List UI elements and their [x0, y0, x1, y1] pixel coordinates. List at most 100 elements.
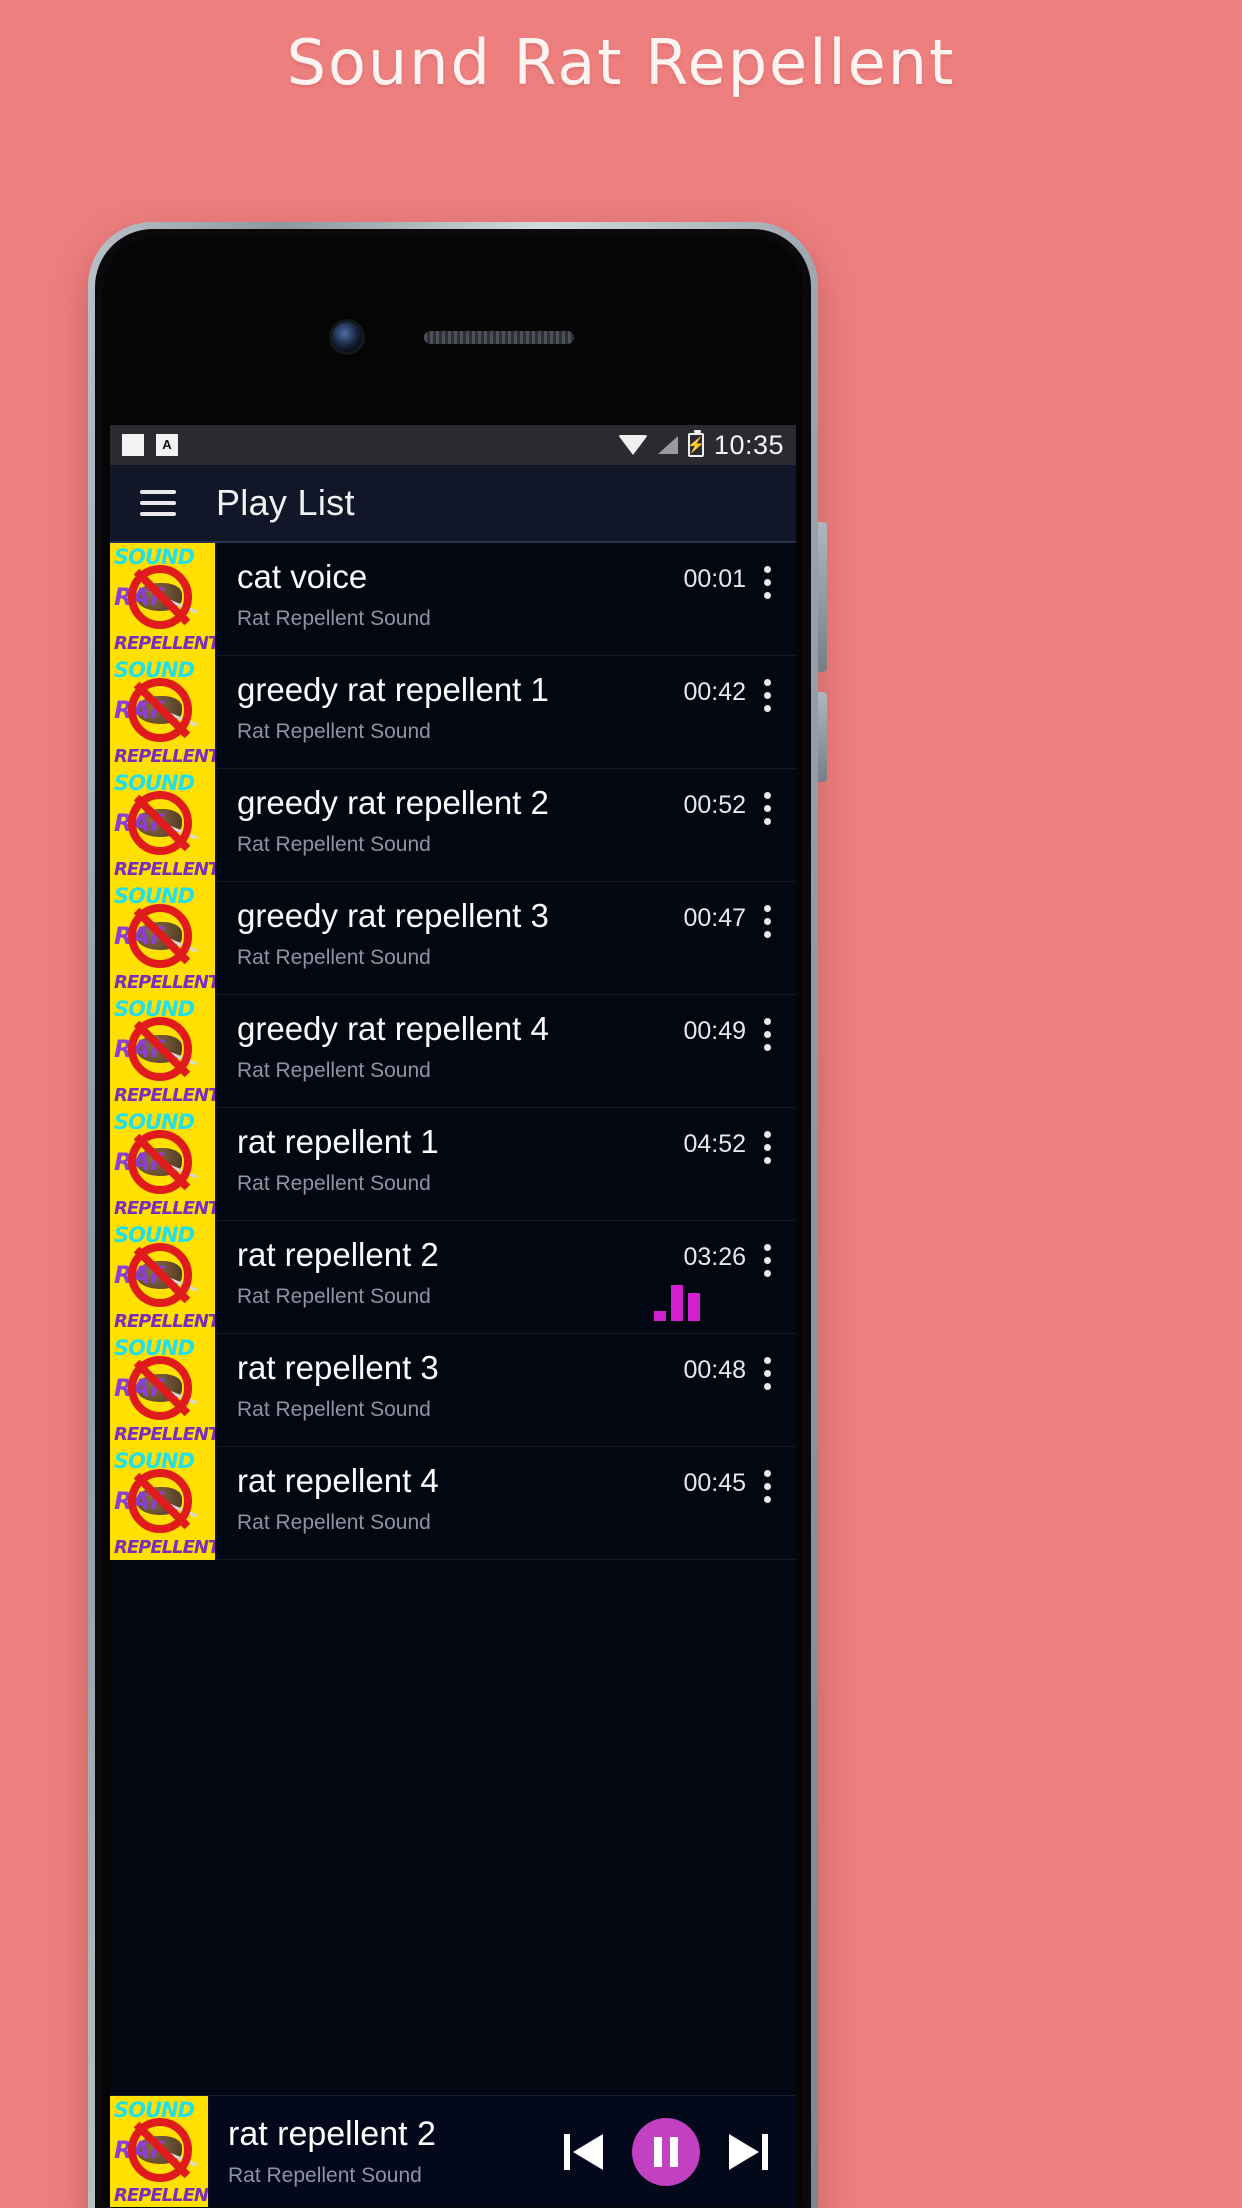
now-playing-subtitle: Rat Repellent Sound	[228, 2164, 422, 2187]
phone-screen: A ⚡ 10:35 Play List SOUND RAT REPELLENT cat	[110, 425, 796, 2207]
track-meta: 00:45	[683, 1447, 796, 1559]
track-info: rat repellent 3 Rat Repellent Sound	[217, 1334, 683, 1446]
earpiece-speaker-icon	[424, 330, 574, 344]
player-controls	[564, 2117, 796, 2186]
track-meta: 03:26	[683, 1221, 796, 1333]
app-bar: Play List	[110, 465, 796, 543]
status-bar-clock: 10:35	[713, 429, 784, 460]
track-meta: 00:01	[683, 543, 796, 655]
track-info: greedy rat repellent 1 Rat Repellent Soun…	[217, 656, 683, 768]
artwork-line-3: REPELLENT	[114, 859, 217, 880]
track-subtitle: Rat Repellent Sound	[237, 720, 431, 744]
playlist-row[interactable]: SOUND RAT REPELLENT greedy rat repellent 4 R…	[110, 995, 796, 1108]
kebab-menu-icon[interactable]	[746, 676, 788, 712]
battery-bolt-glyph: ⚡	[686, 436, 706, 454]
track-duration: 04:52	[683, 1130, 746, 1158]
page-title: Sound Rat Repellent	[286, 26, 956, 99]
track-meta: 00:52	[683, 769, 796, 881]
artwork-line-3: REPELLENT	[114, 1198, 217, 1219]
track-artwork: SOUND RAT REPELLENT	[110, 1108, 217, 1221]
phone-device-frame: A ⚡ 10:35 Play List SOUND RAT REPELLENT cat	[88, 222, 827, 2208]
skip-next-icon[interactable]	[726, 2130, 768, 2174]
now-playing-info: rat repellent 2 Rat Repellent Sound	[210, 2115, 564, 2188]
track-subtitle: Rat Repellent Sound	[237, 946, 431, 970]
power-button[interactable]	[818, 692, 827, 782]
track-subtitle: Rat Repellent Sound	[237, 1172, 431, 1196]
front-camera-icon	[332, 322, 362, 352]
kebab-menu-icon[interactable]	[746, 1128, 788, 1164]
track-duration: 00:45	[683, 1469, 746, 1497]
track-meta: 00:42	[683, 656, 796, 768]
track-info: greedy rat repellent 2 Rat Repellent Soun…	[217, 769, 683, 881]
track-info: rat repellent 1 Rat Repellent Sound	[217, 1108, 683, 1220]
now-playing-bar[interactable]: SOUND RAT REPELLENT rat repellent 2 Rat …	[110, 2095, 796, 2207]
phone-bezel: A ⚡ 10:35 Play List SOUND RAT REPELLENT cat	[103, 237, 803, 2207]
track-meta: 00:48	[683, 1334, 796, 1446]
playlist-row[interactable]: SOUND RAT REPELLENT cat voice Rat Repellent …	[110, 543, 796, 656]
track-title: rat repellent 3	[237, 1350, 439, 1386]
track-info: rat repellent 4 Rat Repellent Sound	[217, 1447, 683, 1559]
track-duration: 03:26	[683, 1243, 746, 1271]
track-title: greedy rat repellent 1	[237, 672, 549, 708]
track-artwork: SOUND RAT REPELLENT	[110, 995, 217, 1108]
status-bar-notifications: A	[122, 434, 178, 456]
track-title: greedy rat repellent 4	[237, 1011, 549, 1047]
playlist-row[interactable]: SOUND RAT REPELLENT greedy rat repellent 3 R…	[110, 882, 796, 995]
track-title: greedy rat repellent 2	[237, 785, 549, 821]
track-info: greedy rat repellent 3 Rat Repellent Soun…	[217, 882, 683, 994]
track-artwork: SOUND RAT REPELLENT	[110, 1221, 217, 1334]
playlist-row[interactable]: SOUND RAT REPELLENT greedy rat repellent 1 R…	[110, 656, 796, 769]
artwork-line-3: REPELLENT	[114, 1311, 217, 1332]
track-title: rat repellent 1	[237, 1124, 439, 1160]
kebab-menu-icon[interactable]	[746, 1354, 788, 1390]
phone-bezel-outer: A ⚡ 10:35 Play List SOUND RAT REPELLENT cat	[95, 229, 811, 2208]
track-duration: 00:52	[683, 791, 746, 819]
artwork-line-3: REPELLENT	[114, 1085, 217, 1106]
pause-icon[interactable]	[632, 2117, 700, 2186]
playlist[interactable]: SOUND RAT REPELLENT cat voice Rat Repellent …	[110, 543, 796, 2207]
track-subtitle: Rat Repellent Sound	[237, 1511, 431, 1535]
track-duration: 00:01	[683, 565, 746, 593]
track-subtitle: Rat Repellent Sound	[237, 833, 431, 857]
track-artwork: SOUND RAT REPELLENT	[110, 1334, 217, 1447]
track-duration: 00:47	[683, 904, 746, 932]
artwork-line-3: REPELLENT	[114, 2184, 210, 2206]
track-artwork: SOUND RAT REPELLENT	[110, 1447, 217, 1560]
track-title: cat voice	[237, 559, 368, 595]
hamburger-menu-icon[interactable]	[140, 490, 176, 516]
playlist-row[interactable]: SOUND RAT REPELLENT rat repellent 4 Rat Repe…	[110, 1447, 796, 1560]
track-artwork: SOUND RAT REPELLENT	[110, 543, 217, 656]
track-artwork: SOUND RAT REPELLENT	[110, 656, 217, 769]
now-playing-title: rat repellent 2	[228, 2115, 436, 2153]
status-bar-system-icons: ⚡ 10:35	[617, 429, 784, 461]
artwork-line-3: REPELLENT	[114, 972, 217, 993]
track-duration: 00:49	[683, 1017, 746, 1045]
kebab-menu-icon[interactable]	[746, 563, 788, 599]
volume-up-button[interactable]	[818, 522, 827, 672]
app-bar-title: Play List	[216, 482, 355, 523]
letter-a-icon: A	[156, 434, 178, 456]
battery-charging-icon: ⚡	[686, 430, 706, 457]
track-info: cat voice Rat Repellent Sound	[217, 543, 683, 655]
track-duration: 00:48	[683, 1356, 746, 1384]
track-info: rat repellent 2 Rat Repellent Sound	[217, 1221, 683, 1333]
square-icon	[122, 434, 144, 456]
skip-previous-icon[interactable]	[564, 2130, 606, 2174]
kebab-menu-icon[interactable]	[746, 902, 788, 938]
wifi-icon	[617, 435, 648, 455]
kebab-menu-icon[interactable]	[746, 1467, 788, 1503]
kebab-menu-icon[interactable]	[746, 789, 788, 825]
kebab-menu-icon[interactable]	[746, 1241, 788, 1277]
track-subtitle: Rat Repellent Sound	[237, 1398, 431, 1422]
playlist-row[interactable]: SOUND RAT REPELLENT greedy rat repellent 2 R…	[110, 769, 796, 882]
track-meta: 04:52	[683, 1108, 796, 1220]
track-info: greedy rat repellent 4 Rat Repellent Soun…	[217, 995, 683, 1107]
status-bar: A ⚡ 10:35	[110, 425, 796, 465]
track-subtitle: Rat Repellent Sound	[237, 1285, 431, 1309]
track-artwork: SOUND RAT REPELLENT	[110, 882, 217, 995]
playlist-row[interactable]: SOUND RAT REPELLENT rat repellent 3 Rat Repe…	[110, 1334, 796, 1447]
playlist-row[interactable]: SOUND RAT REPELLENT rat repellent 2 Rat Repe…	[110, 1221, 796, 1334]
track-duration: 00:42	[683, 678, 746, 706]
kebab-menu-icon[interactable]	[746, 1015, 788, 1051]
playlist-row[interactable]: SOUND RAT REPELLENT rat repellent 1 Rat Repe…	[110, 1108, 796, 1221]
